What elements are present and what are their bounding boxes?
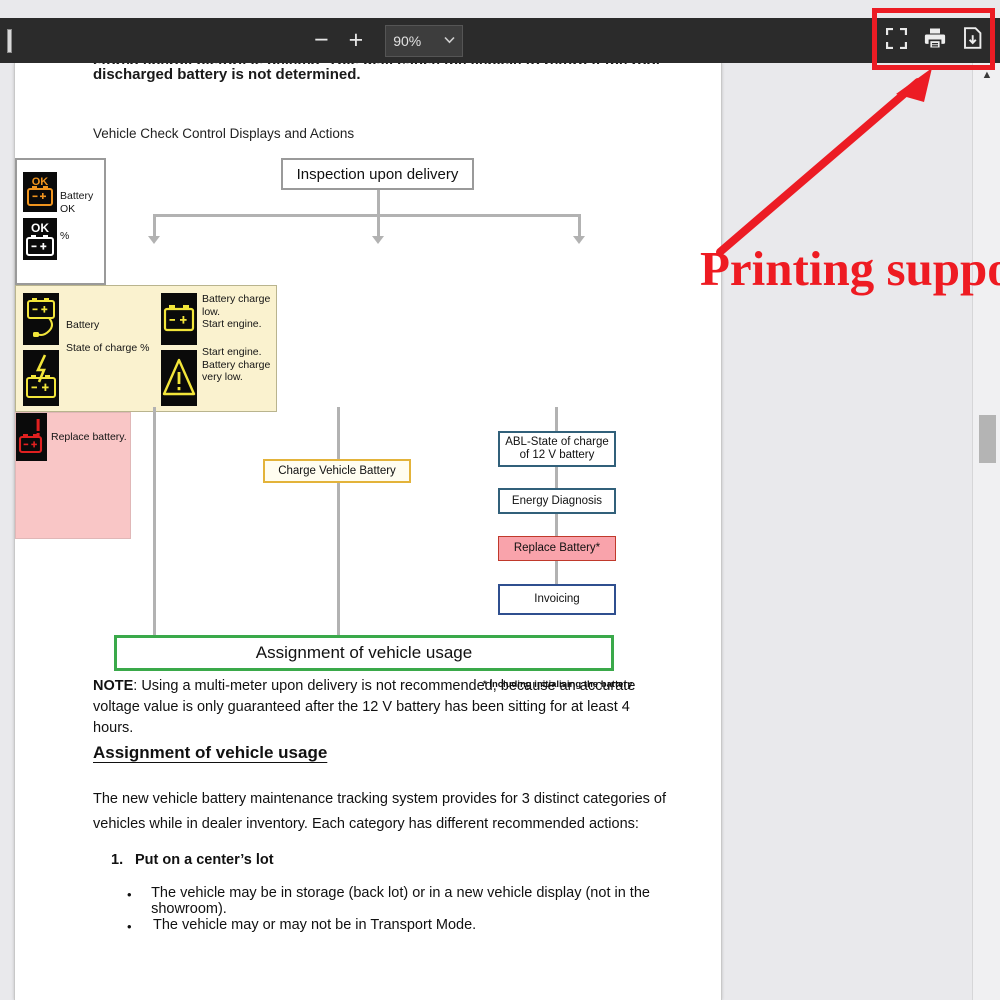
- toolbar-left-handle: [6, 28, 12, 53]
- connector-right-down: [555, 407, 558, 431]
- note-label: NOTE: [93, 678, 134, 694]
- fullscreen-icon[interactable]: [885, 27, 908, 54]
- toolbar-right-actions: [885, 18, 982, 63]
- chevron-down-icon: [444, 35, 455, 47]
- ordered-list-text: Put on a center’s lot: [135, 852, 274, 868]
- note-text: : Using a multi-meter upon delivery is n…: [93, 678, 636, 736]
- zoom-controls: − + 90%: [310, 18, 464, 63]
- paragraph-top-clipped-line: stored energy history is deleted. This m…: [93, 63, 663, 64]
- connector-root-vertical: [377, 190, 380, 214]
- warning-triangle-icon: [161, 350, 197, 406]
- annotation-arrow-icon: [716, 68, 932, 256]
- connector-chain-3: [555, 561, 558, 584]
- list-item-label: The vehicle may be in storage (back lot)…: [151, 885, 650, 917]
- flow-node-charge-vehicle-battery: Charge Vehicle Battery: [263, 459, 411, 483]
- zoom-level-select[interactable]: 90%: [385, 24, 464, 57]
- download-icon[interactable]: [963, 27, 982, 54]
- battery-plug-yellow-icon: [23, 293, 59, 345]
- battery-ok-white-icon: OK: [23, 218, 57, 260]
- connector-branch-left: [153, 214, 156, 238]
- figure-caption: Vehicle Check Control Displays and Actio…: [93, 126, 355, 141]
- yellow-right-label-1: Battery charge low. Start engine.: [202, 293, 271, 330]
- connector-branch-right: [578, 214, 581, 238]
- pdf-page: stored energy history is deleted. This m…: [14, 63, 722, 1000]
- ordered-list-item-1: 1. Put on a center’s lot: [111, 852, 671, 868]
- battery-low-charge-icon: [161, 293, 197, 345]
- flow-node-replace-battery-step: Replace Battery*: [498, 536, 616, 561]
- paragraph-top-line2: discharged battery is not determined.: [93, 66, 361, 83]
- bullet-icon: •: [127, 887, 132, 902]
- vertical-scrollbar[interactable]: ▲: [972, 63, 1000, 1000]
- connector-branch-mid: [377, 214, 380, 238]
- flow-node-inspection-upon-delivery: Inspection upon delivery: [281, 158, 474, 190]
- arrowhead-left: [148, 236, 160, 244]
- arrowhead-right: [573, 236, 585, 244]
- pdf-viewer-toolbar: − + 90%: [0, 18, 1000, 63]
- zoom-out-button[interactable]: −: [310, 28, 333, 53]
- list-item-label: The vehicle may or may not be in Transpo…: [153, 917, 477, 933]
- connector-mid-down: [337, 407, 340, 635]
- connector-left-down: [153, 407, 156, 635]
- scrollbar-thumb[interactable]: [979, 415, 996, 463]
- flow-node-replace-battery: Replace battery.: [15, 412, 131, 539]
- flowchart: Inspection upon delivery OK Battery OK O…: [15, 158, 723, 738]
- connector-chain-2: [555, 514, 558, 536]
- battery-ok-label: Battery OK: [60, 190, 94, 215]
- arrowhead-mid: [372, 236, 384, 244]
- battery-charging-bolt-icon: [23, 350, 59, 406]
- body-paragraph: The new vehicle battery maintenance trac…: [93, 791, 667, 832]
- battery-percent-label: %: [60, 229, 70, 242]
- list-item: • The vehicle may be in storage (back lo…: [127, 885, 687, 917]
- zoom-level-value: 90%: [393, 32, 422, 49]
- scroll-up-arrow-icon[interactable]: ▲: [973, 63, 1000, 87]
- annotation-label-printing-support: Printing support: [700, 241, 1000, 296]
- zoom-in-button[interactable]: +: [345, 28, 368, 53]
- list-item: • The vehicle may or may not be in Trans…: [127, 917, 687, 937]
- paragraph-top: stored energy history is deleted. This m…: [93, 63, 663, 85]
- yellow-left-label-line1: Battery: [66, 319, 100, 331]
- flow-node-battery-ok: OK Battery OK OK %: [15, 158, 106, 285]
- replace-battery-red-icon: [16, 413, 47, 461]
- print-icon[interactable]: [924, 27, 946, 54]
- ordered-list-number: 1.: [111, 852, 124, 868]
- flow-node-energy-diagnosis: Energy Diagnosis: [498, 488, 616, 514]
- yellow-right-label-2: Start engine. Battery charge very low.: [202, 346, 271, 383]
- flow-node-abl-state-of-charge: ABL-State of charge of 12 V battery: [498, 431, 616, 467]
- bullet-icon: •: [127, 919, 132, 934]
- connector-chain-1: [555, 467, 558, 488]
- flow-node-assignment-of-vehicle-usage: Assignment of vehicle usage: [114, 635, 614, 671]
- section-heading: Assignment of vehicle usage: [93, 743, 328, 762]
- flow-node-invoicing: Invoicing: [498, 584, 616, 615]
- flow-node-battery-state-of-charge: Battery State of charge % Battery charge…: [15, 285, 277, 412]
- toolbar-left-partial-control[interactable]: [2, 28, 16, 54]
- yellow-left-label-line2: State of charge %: [66, 341, 150, 354]
- svg-text:OK: OK: [31, 221, 49, 235]
- note-paragraph: NOTE: Using a multi-meter upon delivery …: [93, 676, 671, 739]
- connector-horizontal-bus: [153, 214, 581, 217]
- replace-battery-label: Replace battery.: [51, 430, 127, 443]
- battery-ok-orange-icon: OK: [23, 171, 57, 212]
